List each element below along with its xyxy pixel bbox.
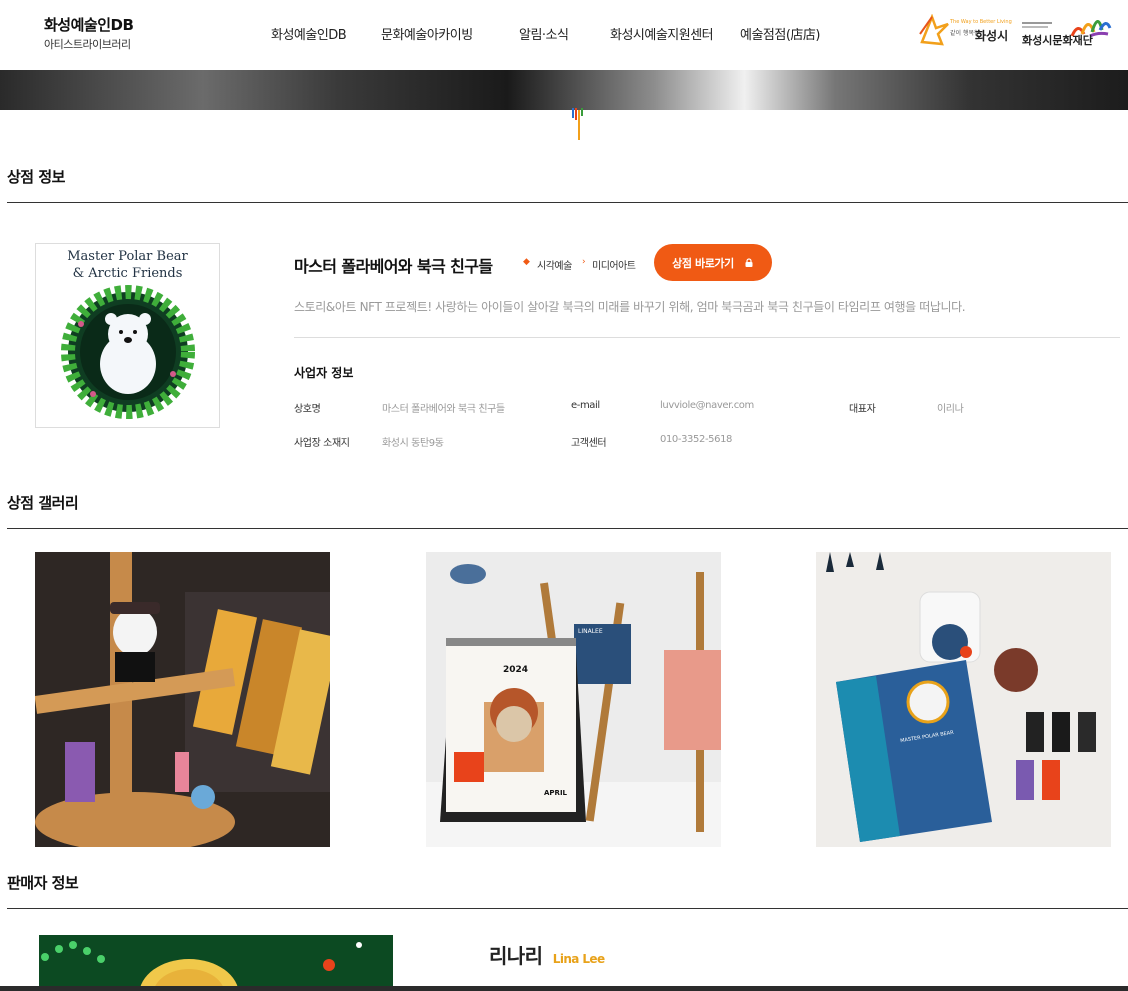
shop-logo-image: Master Polar Bear & Arctic Friends bbox=[35, 243, 220, 428]
culture-foundation-logo[interactable]: 화성시문화재단 bbox=[1020, 12, 1112, 48]
seller-name-ko: 리나리 bbox=[489, 944, 543, 968]
foundation-small-text-line bbox=[1022, 22, 1052, 24]
value-ceo: 이리나 bbox=[937, 404, 964, 415]
bottom-bar bbox=[0, 986, 1128, 991]
nav-item-archiving[interactable]: 문화예술아카이빙 bbox=[381, 24, 473, 43]
value-address: 화성시 동탄9동 bbox=[382, 438, 444, 449]
shop-description: 스토리&아트 NFT 프로젝트! 사랑하는 아이들이 살아갈 북극의 미래를 바… bbox=[294, 300, 966, 314]
seller-name-en: Lina Lee bbox=[552, 952, 605, 966]
keychain-stand-photo bbox=[35, 552, 330, 847]
divider bbox=[7, 528, 1128, 529]
site-logo[interactable]: 화성예술인DB 아티스트라이브러리 bbox=[44, 14, 134, 52]
hwaseong-city-logo[interactable]: The Way to Better Living 같이 행복한 화성시 bbox=[918, 14, 1012, 48]
seller-name: 리나리 Lina Lee bbox=[489, 940, 605, 969]
divider bbox=[7, 202, 1128, 203]
label-address: 사업장 소재지 bbox=[294, 438, 350, 449]
calendar-year: 2024 bbox=[503, 665, 529, 675]
postcard-text: LINALEE bbox=[578, 628, 603, 635]
tag-icon: ◆ bbox=[523, 257, 530, 267]
shop-bag-icon bbox=[745, 257, 753, 267]
shop-logo-line1: Master Polar Bear bbox=[67, 249, 188, 264]
label-ceo: 대표자 bbox=[849, 404, 876, 415]
partner1-small-text: The Way to Better Living bbox=[950, 19, 1012, 25]
category-secondary[interactable]: 미디어아트 bbox=[592, 257, 636, 272]
nav-item-news[interactable]: 알림·소식 bbox=[519, 24, 569, 43]
decor-bar bbox=[578, 110, 580, 140]
decor-bar bbox=[575, 108, 577, 120]
business-info-title: 사업자 정보 bbox=[294, 366, 354, 380]
shop-link-label: 상점 바로가기 bbox=[672, 256, 734, 270]
shop-link-button[interactable]: 상점 바로가기 bbox=[654, 244, 772, 281]
logo-subtitle: 아티스트라이브러리 bbox=[44, 38, 131, 51]
seller-artwork-photo bbox=[39, 935, 393, 991]
calendar-photo bbox=[426, 552, 721, 847]
hwaseong-city-emblem-icon bbox=[919, 14, 949, 46]
label-shop-name: 상호명 bbox=[294, 404, 321, 415]
nav-item-artist-db[interactable]: 화성예술인DB bbox=[271, 24, 347, 43]
nav-item-support-center[interactable]: 화성시예술지원센터 bbox=[610, 24, 714, 43]
shop-name: 마스터 폴라베어와 북극 친구들 bbox=[294, 257, 493, 276]
divider bbox=[294, 337, 1120, 338]
shop-info-title: 상점 정보 bbox=[7, 168, 65, 186]
foundation-small-text-line bbox=[1022, 26, 1048, 28]
nav-item-art-shop[interactable]: 예술점점(店店) bbox=[740, 24, 820, 43]
decor-bar bbox=[572, 108, 574, 118]
category-primary[interactable]: 시각예술 bbox=[537, 257, 572, 272]
gallery-image-1[interactable] bbox=[35, 552, 330, 847]
label-phone: 고객센터 bbox=[571, 438, 607, 449]
polar-bear-wreath-icon bbox=[61, 285, 195, 419]
shop-logo-line2: & Arctic Friends bbox=[72, 266, 183, 281]
gallery-title: 상점 갤러리 bbox=[7, 494, 79, 512]
decor-bar bbox=[581, 108, 583, 116]
foundation-name: 화성시문화재단 bbox=[1022, 34, 1093, 47]
hero-banner bbox=[0, 70, 1128, 110]
calendar-month: APRIL bbox=[544, 789, 568, 797]
notebook-photo bbox=[816, 552, 1111, 847]
logo-title: 화성예술인DB bbox=[44, 16, 134, 34]
divider bbox=[7, 908, 1128, 909]
gallery-image-3[interactable]: MASTER POLAR BEAR bbox=[816, 552, 1111, 847]
seller-image bbox=[39, 935, 393, 991]
site-header: 화성예술인DB 아티스트라이브러리 화성예술인DB 문화예술아카이빙 알림·소식… bbox=[0, 0, 1128, 70]
value-email: luvviole@naver.com bbox=[660, 400, 754, 411]
value-shop-name: 마스터 폴라베어와 북극 친구들 bbox=[382, 404, 505, 415]
seller-info-title: 판매자 정보 bbox=[7, 874, 79, 892]
gallery-image-2[interactable]: 2024 APRIL LINALEE bbox=[426, 552, 721, 847]
chevron-right-icon: › bbox=[582, 257, 586, 267]
value-phone: 010-3352-5618 bbox=[660, 434, 733, 445]
label-email: e-mail bbox=[571, 400, 600, 411]
partner1-name: 화성시 bbox=[975, 29, 1009, 43]
